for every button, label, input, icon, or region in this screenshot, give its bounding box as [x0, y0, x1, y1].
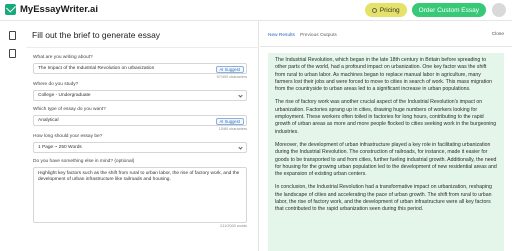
type-label: Which type of essay do you want? — [33, 107, 106, 112]
pricing-button[interactable]: Pricing — [364, 3, 407, 17]
topic-label: What are you writing about? — [33, 55, 93, 60]
essay-paragraph: In conclusion, the Industrial Revolution… — [275, 184, 492, 213]
header-actions: Pricing Order Custom Essay — [364, 3, 506, 17]
logo-check-icon — [5, 4, 16, 15]
avatar[interactable] — [492, 3, 506, 17]
output-panel: New Results Previous Outputs Close The I… — [260, 21, 512, 251]
ai-suggest-type-button[interactable]: AI Suggest — [215, 117, 244, 125]
document-icon[interactable] — [9, 31, 16, 40]
level-value: College - Undergraduate — [38, 93, 91, 98]
chevron-down-icon — [238, 93, 243, 98]
level-select[interactable]: College - Undergraduate — [33, 90, 247, 101]
close-button[interactable]: Close — [492, 32, 504, 37]
file-icon[interactable] — [9, 49, 16, 58]
logo-text: MyEssayWriter.ai — [20, 4, 98, 15]
essay-paragraph: The Industrial Revolution, which began i… — [275, 57, 492, 93]
length-label: How long should your essay be? — [33, 134, 103, 139]
brief-panel: Fill out the brief to generate essay Wha… — [0, 21, 259, 251]
essay-paragraph: Moreover, the development of urban infra… — [275, 141, 497, 178]
topic-value: The Impact of the Industrial Revolution … — [38, 66, 155, 71]
extra-word-count: 211/2000 words — [220, 224, 247, 228]
essay-paragraph: The rise of factory work was another cru… — [275, 99, 497, 135]
type-char-count: 10/80 characters — [218, 127, 247, 131]
essay-output: The Industrial Revolution, which began i… — [268, 53, 504, 251]
side-toolbar — [0, 21, 24, 251]
output-tabs: New Results Previous Outputs Close — [260, 21, 512, 47]
pricing-icon — [371, 7, 377, 13]
top-bar: MyEssayWriter.ai Pricing Order Custom Es… — [0, 0, 512, 21]
length-select[interactable]: 1 Page ~ 250 Words — [33, 142, 247, 153]
extra-label: Do you have something else in mind? (opt… — [33, 159, 135, 164]
tab-previous-outputs[interactable]: Previous Outputs — [300, 33, 337, 38]
pricing-label: Pricing — [379, 6, 400, 14]
chevron-down-icon — [238, 145, 243, 150]
extra-textarea[interactable]: Highlight key factors such as the shift … — [33, 167, 247, 223]
level-label: Where do you study? — [33, 82, 79, 87]
topic-char-count: 57/400 characters — [216, 75, 247, 79]
length-value: 1 Page ~ 250 Words — [38, 145, 82, 150]
order-custom-essay-button[interactable]: Order Custom Essay — [411, 3, 486, 17]
ai-suggest-topic-button[interactable]: AI Suggest — [215, 65, 244, 73]
type-input[interactable]: Analytical AI Suggest — [33, 115, 247, 126]
logo[interactable]: MyEssayWriter.ai — [5, 4, 98, 15]
tab-new-results[interactable]: New Results — [268, 33, 295, 38]
topic-input[interactable]: The Impact of the Industrial Revolution … — [33, 63, 247, 74]
page-title: Fill out the brief to generate essay — [32, 30, 161, 40]
divider — [26, 47, 259, 48]
type-value: Analytical — [38, 118, 59, 123]
brief-form: What are you writing about? The Impact o… — [33, 55, 247, 231]
